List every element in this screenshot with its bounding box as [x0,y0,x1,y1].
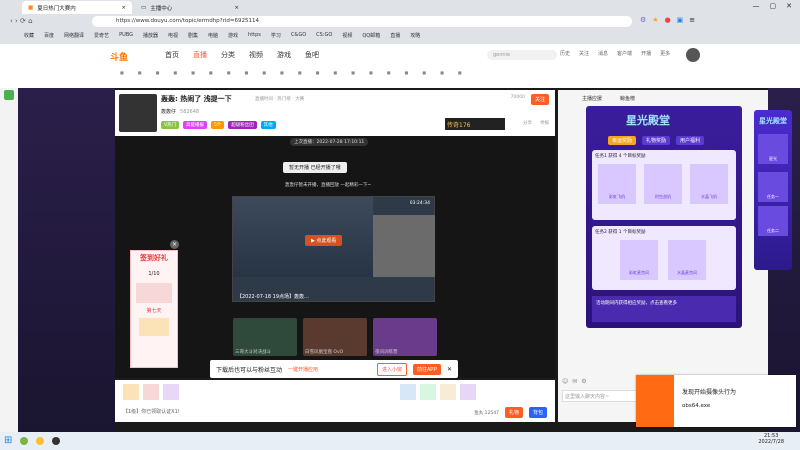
view-count: 70000 [510,95,525,100]
avatar[interactable] [686,48,700,62]
streamer-name[interactable]: 轰轰仔 [161,108,176,115]
thumb-card[interactable]: 三哥大斗对决战斗 [233,318,297,356]
close-icon[interactable]: × [234,5,239,11]
close-icon[interactable]: ✕ [447,366,452,373]
page-icon: ▭ [141,4,147,11]
tab-label: 夏日热门大赛内 [37,5,76,12]
nav-item[interactable]: 分类 [221,50,235,60]
site-header: 斗鱼 首页 直播 分类 视频 游戏 鱼吧 gennie 历史 关注 消息 客户端 开… [0,44,800,88]
gift-image [136,283,172,303]
follow-button[interactable]: 关注 [530,94,549,105]
open-app-button[interactable]: 前往APP [412,363,441,375]
fans-count: 582648 [180,108,200,115]
promo-progress: 1/10 [148,271,160,277]
backpack-button[interactable]: 背包 [528,407,547,418]
left-dock [0,44,18,432]
page-bg-left [18,88,115,432]
nav-item[interactable]: 游戏 [277,50,291,60]
camera-icon [636,375,674,427]
tab-1[interactable]: ■ 夏日热门大赛内 × [22,1,132,14]
gift-icons-right [400,384,476,400]
app-icon[interactable] [4,90,14,100]
app-icon[interactable] [20,436,29,445]
promo-extra: 第七天 [146,308,162,314]
settings-icon[interactable]: ⚙ [581,378,586,385]
clock[interactable]: 21:53 2022/7/28 [758,433,784,445]
tab-2[interactable]: ▭ 主播中心 × [135,1,245,14]
close-icon[interactable]: × [121,5,126,11]
room-info: 轰轰: 热闹了 浅提一下 直播时间 · 热门榜 · 大赛 轰轰仔 582648 … [115,90,555,136]
promo-footer: 活动期间内获得相应奖励，点击查看更多 [592,296,736,322]
extension-icons[interactable]: ⚙ ★ ● ▣ ≡ [640,16,695,24]
balance-row: 鱼丸 12547 礼物 背包 [474,407,547,418]
site-icon: ■ [28,4,34,11]
notif-title: 发现开始摄像头行为 [682,389,737,396]
notif-user: obs64.exe [682,403,711,409]
brand-banner[interactable]: 传奇176 [445,118,505,130]
streamer-avatar[interactable] [119,94,157,132]
tag-row: V热门 高能播报 5个 超级粉丝团 其他 [161,121,278,129]
promo-title: 星光殿堂 [626,114,670,127]
app-icon[interactable] [52,436,61,445]
preview-left [233,197,373,277]
promo-sidebar: 星光殿堂 星光 任务一 任务二 [754,110,792,270]
promo-title: 签到好礼 [140,254,168,262]
emoji-icon[interactable]: ☺ [562,378,568,385]
taskbar-icons: ⊞ [4,435,61,446]
mini-window-button[interactable]: 进入小窗 [376,362,407,376]
site-logo[interactable]: 斗鱼 [110,50,128,63]
address-bar[interactable]: https://www.douyu.com/topic/ermdhp?rid=6… [92,16,632,27]
room-sub: 直播时间 · 热门榜 · 大赛 [255,97,305,102]
room-actions: 分享 举报 [523,121,549,126]
streamer-row: 轰轰仔 582648 [161,108,200,116]
system-notification[interactable]: 发现开始摄像头行为 obs64.exe [636,375,796,427]
preview-title: 【2022-07-18 19点场】轰轰... [237,294,309,300]
category-strip: ■ ■ ■ ■ ■ ■ ■ ■ ■ ■ ■ ■ ■ ■ ■ ■ ■ ■ ■ ■ [120,70,462,75]
gift-icons [123,384,179,400]
streamer-cam [373,215,435,277]
app-icon[interactable] [36,436,45,445]
checkin-promo[interactable]: 签到好礼 1/10 第七天 [130,250,178,368]
chat-top-tabs: 主播应援 鲸鱼榜 [582,96,636,102]
cover-sub: 轰轰仔暂未开播，直播回放 一起精彩一下~ [285,183,372,188]
thumb-card[interactable]: 夜间训练营 [373,318,437,356]
promo-tabs: 幸运奖励 礼物奖励 用户福利 [608,136,705,145]
chat-toolbar: ☺ ✉ ⚙ [562,378,587,385]
room-title: 轰轰: 热闹了 浅提一下 [161,95,232,103]
replay-preview[interactable]: ▶ 点此观看 03:24:34 【2022-07-18 19点场】轰轰... [232,196,435,302]
play-button[interactable]: ▶ 点此观看 [305,235,343,246]
download-bar: 下载后也可以与粉丝互动 一键开播应用 进入小窗 前往APP ✕ [210,360,458,378]
last-live-time: 上次直播：2022-07-28 17:10:11 [290,138,369,146]
nav-item[interactable]: 首页 [165,50,179,60]
gift-icon[interactable]: ✉ [572,378,577,385]
header-actions: 历史 关注 消息 客户端 开播 更多 [560,51,671,57]
gift-image [139,318,169,336]
nav-item[interactable]: 视频 [249,50,263,60]
main-nav: 首页 直播 分类 视频 游戏 鱼吧 [165,50,333,60]
nav-item[interactable]: 直播 [193,50,207,60]
cover-title: 暂无开播 已经开播了哦 [283,162,347,173]
task-card-1: 任务1 获得 4 个目标奖励 彩虹飞机 时空战机 水晶飞机 [592,150,736,220]
recharge-button[interactable]: 礼物 [504,407,523,418]
bookmark-bar: 收藏 百度 网络翻译 爱奇艺 PUBG 播放器 电视 剧集 电脑 游戏 https 学习 C… [24,32,421,39]
task-card-2: 任务2 获得 1 个目标奖励 彩虹麦克风 水晶麦克风 [592,226,736,290]
start-icon[interactable]: ⊞ [4,435,12,446]
gift-bar: 【1级】你已领取认证X1! 鱼丸 12547 礼物 背包 [115,380,555,422]
nav-item[interactable]: 鱼吧 [305,50,319,60]
video-area: 上次直播：2022-07-28 17:10:11 暂无开播 已经开播了哦 轰轰仔… [115,136,555,378]
close-icon[interactable]: × [170,240,179,249]
taskbar: ⊞ 21:53 2022/7/28 [0,432,800,450]
window-controls[interactable]: — ▢ ✕ [753,2,793,10]
tab-label: 主播中心 [150,5,173,12]
thumb-card[interactable]: 白雪凤凰宝盘 OvO [303,318,367,356]
duration: 03:24:34 [409,201,430,206]
nav-icons[interactable]: ‹ › ⟳ ⌂ [10,17,33,25]
footer-text: 【1级】你已领取认证X1! [123,409,180,415]
promo-panel: 星光殿堂 幸运奖励 礼物奖励 用户福利 任务1 获得 4 个目标奖励 彩虹飞机 … [586,106,742,328]
search-input[interactable]: gennie [487,50,557,60]
